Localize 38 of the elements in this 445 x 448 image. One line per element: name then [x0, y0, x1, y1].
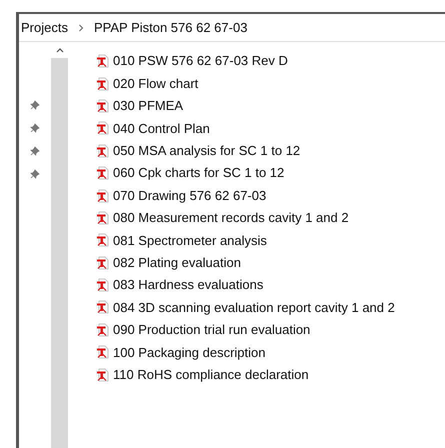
breadcrumb-item[interactable]: Projects [21, 18, 68, 38]
file-name[interactable]: 020 Flow chart [113, 74, 198, 94]
file-name[interactable]: 100 Packaging description [113, 342, 266, 362]
pdf-file-icon [96, 278, 110, 292]
breadcrumb-item[interactable]: PPAP Piston 576 62 67-03 [94, 18, 248, 38]
pdf-file-icon [96, 54, 110, 68]
file-name[interactable]: 080 Measurement records cavity 1 and 2 [113, 208, 349, 228]
file-name[interactable]: 010 PSW 576 62 67-03 Rev D [113, 51, 288, 71]
pdf-file-icon [96, 121, 110, 136]
pin-icon[interactable] [30, 123, 40, 133]
file-name[interactable]: 083 Hardness evaluations [113, 275, 264, 295]
pdf-file-icon [96, 144, 110, 158]
file-name[interactable]: 050 MSA analysis for SC 1 to 12 [113, 141, 300, 160]
file-name[interactable]: 082 Plating evaluation [113, 252, 241, 272]
pdf-file-icon [96, 345, 110, 360]
file-name[interactable]: 040 Control Plan [113, 118, 210, 138]
file-name[interactable]: 030 PFMEA [113, 96, 184, 116]
pin-icon[interactable] [30, 169, 40, 179]
file-name[interactable]: 081 Spectrometer analysis [113, 230, 267, 250]
chevron-icon [78, 24, 84, 32]
pdf-file-icon [96, 368, 110, 382]
pin-icon[interactable] [30, 100, 40, 110]
file-name[interactable]: 060 Cpk charts for SC 1 to 12 [113, 163, 284, 183]
pdf-file-icon [96, 256, 110, 270]
file-name[interactable]: 110 RoHS compliance declaration [113, 364, 309, 384]
file-name[interactable]: 084 3D scanning evaluation report cavity 1 and 2 [113, 298, 395, 318]
pdf-file-icon [96, 76, 110, 91]
pdf-file-icon [96, 300, 110, 314]
pdf-file-icon [96, 166, 110, 180]
pdf-file-icon [96, 210, 110, 225]
scrollbar[interactable] [51, 42, 68, 448]
pdf-file-icon [96, 233, 110, 248]
pin-icon[interactable] [30, 146, 40, 156]
pdf-file-icon [96, 322, 110, 337]
file-name[interactable]: 070 Drawing 576 62 67-03 [113, 186, 266, 206]
file-name[interactable]: 090 Production trial run evaluation [113, 320, 310, 340]
pdf-file-icon [96, 188, 110, 203]
pdf-file-icon [96, 98, 110, 113]
